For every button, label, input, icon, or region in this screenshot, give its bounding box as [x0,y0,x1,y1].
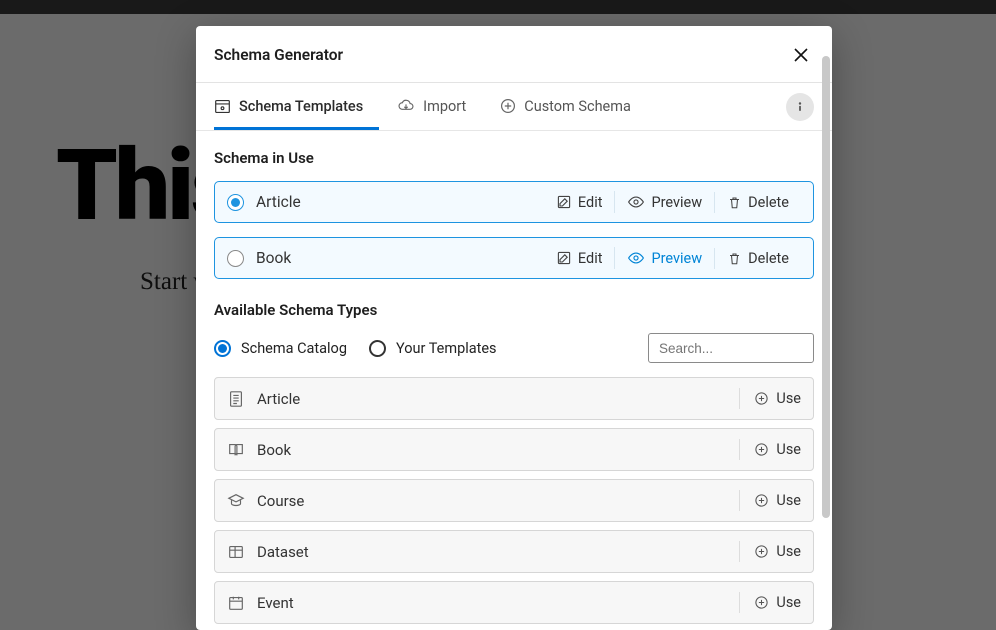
item-actions: Edit Preview Delete [544,247,801,269]
available-list: Article Use Book Use Course [214,377,814,624]
close-icon [792,46,810,64]
tab-import[interactable]: Import [397,83,482,130]
use-label: Use [776,492,801,509]
edit-label: Edit [578,250,603,267]
use-label: Use [776,594,801,611]
delete-button[interactable]: Delete [714,192,801,213]
available-item: Dataset Use [214,530,814,573]
radio-icon [214,340,231,357]
preview-label: Preview [651,250,702,267]
search-input[interactable] [648,333,814,363]
dataset-icon [227,543,245,561]
use-button[interactable]: Use [739,439,801,460]
template-icon [214,98,231,115]
preview-button[interactable]: Preview [614,191,714,213]
use-label: Use [776,543,801,560]
trash-icon [727,195,742,210]
edit-button[interactable]: Edit [544,192,615,213]
modal-content: Schema in Use Article Edit Preview [196,131,832,630]
delete-button[interactable]: Delete [714,248,801,269]
tabs-row: Schema Templates Import Custom Schema [196,83,832,131]
book-icon [227,441,245,459]
filter-label: Your Templates [396,340,497,357]
item-actions: Edit Preview Delete [544,191,801,213]
filter-schema-catalog[interactable]: Schema Catalog [214,340,347,357]
schema-name: Book [257,441,739,459]
plus-circle-icon [754,442,769,457]
section-title-available: Available Schema Types [214,301,814,319]
eye-icon [627,249,645,267]
plus-circle-icon [754,595,769,610]
edit-button[interactable]: Edit [544,248,615,269]
primary-radio[interactable] [227,194,244,211]
trash-icon [727,251,742,266]
event-icon [227,594,245,612]
use-button[interactable]: Use [739,490,801,511]
schema-name: Article [257,390,739,408]
delete-label: Delete [748,194,789,211]
plus-circle-icon [500,98,516,114]
plus-circle-icon [754,544,769,559]
tab-label: Schema Templates [239,98,363,115]
use-label: Use [776,390,801,407]
in-use-item: Article Edit Preview Delete [214,181,814,223]
use-button[interactable]: Use [739,541,801,562]
preview-button[interactable]: Preview [614,247,714,269]
filter-label: Schema Catalog [241,340,347,357]
tab-label: Custom Schema [524,98,631,115]
edit-icon [556,194,572,210]
available-item: Course Use [214,479,814,522]
delete-label: Delete [748,250,789,267]
filter-radio-group: Schema Catalog Your Templates [214,340,497,357]
schema-name: Dataset [257,543,739,561]
schema-name: Book [256,249,544,267]
schema-name: Event [257,594,739,612]
article-icon [227,390,245,408]
radio-icon [369,340,386,357]
eye-icon [627,193,645,211]
cloud-import-icon [397,97,415,115]
plus-circle-icon [754,493,769,508]
close-button[interactable] [790,44,812,66]
tab-label: Import [423,98,466,115]
available-filter-row: Schema Catalog Your Templates [214,333,814,363]
plus-circle-icon [754,391,769,406]
edit-label: Edit [578,194,603,211]
tab-custom-schema[interactable]: Custom Schema [500,84,647,130]
scrollbar[interactable] [822,56,830,518]
modal-title: Schema Generator [214,46,343,64]
schema-name: Course [257,492,739,510]
section-title-in-use: Schema in Use [214,149,814,167]
info-button[interactable] [786,93,814,121]
info-icon [793,100,807,114]
schema-generator-modal: Schema Generator Schema Templates Import… [196,26,832,630]
preview-label: Preview [651,194,702,211]
schema-name: Article [256,193,544,211]
use-label: Use [776,441,801,458]
filter-your-templates[interactable]: Your Templates [369,340,497,357]
tab-schema-templates[interactable]: Schema Templates [214,84,379,130]
available-item: Event Use [214,581,814,624]
edit-icon [556,250,572,266]
available-item: Article Use [214,377,814,420]
in-use-list: Article Edit Preview Delete [214,181,814,279]
use-button[interactable]: Use [739,592,801,613]
primary-radio[interactable] [227,250,244,267]
modal-header: Schema Generator [196,26,832,83]
in-use-item: Book Edit Preview Delete [214,237,814,279]
use-button[interactable]: Use [739,388,801,409]
course-icon [227,492,245,510]
available-item: Book Use [214,428,814,471]
